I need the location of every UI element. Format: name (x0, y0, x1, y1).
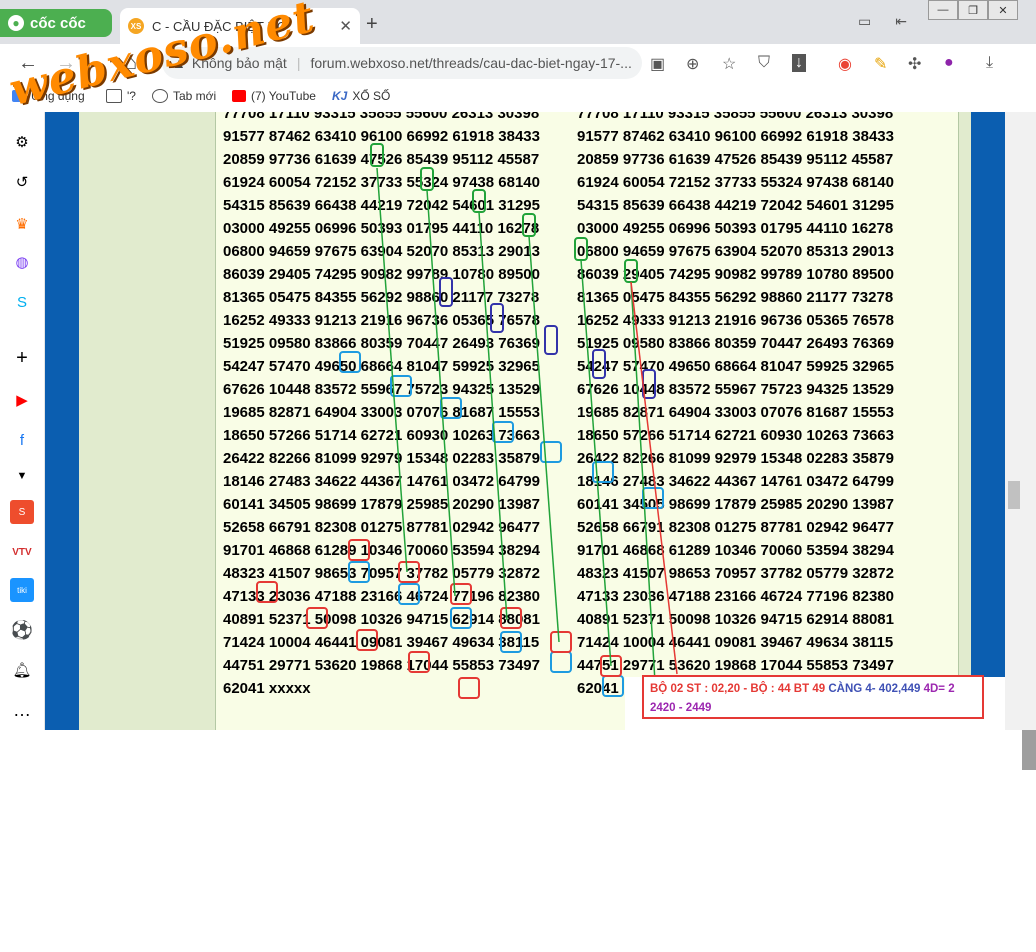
red-mark-box (306, 607, 328, 629)
browser-sidebar: ⚙ ↺ ♛ ◍ S + ▶ f ▼ S VTV tiki ⚽ 🔔︎ … (0, 112, 45, 730)
cyan-mark-box (492, 421, 514, 443)
history-icon[interactable]: ↺ (10, 170, 34, 194)
brand-label: cốc cốc (30, 14, 86, 32)
green-mark-box (370, 143, 384, 167)
download-video-icon[interactable]: ↓ (792, 54, 806, 72)
cyan-mark-box (550, 651, 572, 673)
blue-mark-box (544, 325, 558, 355)
prediction-info-box: BỘ 02 ST : 02,20 - BỘ : 44 BT 49 CÀNG 4-… (642, 675, 984, 719)
cyan-mark-box (440, 397, 462, 419)
bookmark-new-tab[interactable]: Tab mới (152, 89, 216, 103)
info-cang: CÀNG 4- 402,449 (828, 683, 921, 695)
bookmarks-bar: Ứng dụng '? Tab mới (7) YouTube KJ XỔ SỐ (0, 82, 1036, 113)
youtube-icon[interactable]: ▶ (10, 388, 34, 412)
cyan-mark-box (500, 631, 522, 653)
youtube-icon (232, 90, 246, 102)
block-popup-icon[interactable]: ▣ (650, 54, 665, 74)
cyan-mark-box (602, 675, 624, 697)
red-mark-box (356, 629, 378, 651)
blue-mark-box (439, 277, 453, 307)
red-mark-box (550, 631, 572, 653)
forum-post: 77708 17110 93315 35855 55600 26313 3039… (45, 112, 1005, 730)
vtv-icon[interactable]: VTV (10, 540, 34, 564)
green-trend-line (426, 189, 456, 597)
vertical-scrollbar[interactable] (1005, 112, 1036, 730)
minimize-button[interactable]: — (928, 0, 958, 20)
green-mark-box (574, 237, 588, 261)
bookmark-youtube[interactable]: (7) YouTube (232, 89, 316, 103)
kj-icon: KJ (332, 89, 348, 103)
new-tab-button[interactable]: + (366, 13, 378, 36)
more-icon[interactable]: … (10, 698, 34, 722)
shield-icon[interactable]: ⛉ (758, 54, 770, 72)
tiki-icon[interactable]: tiki (10, 578, 34, 602)
green-mark-box (472, 189, 486, 213)
screen-capture-icon[interactable]: ▭ (858, 13, 871, 30)
green-trend-line (528, 235, 560, 643)
green-trend-line (478, 211, 508, 621)
green-trend-line (630, 281, 656, 683)
red-mark-box (398, 561, 420, 583)
cyan-mark-box (348, 561, 370, 583)
url-text[interactable]: forum.webxoso.net/threads/cau-dac-biet-n… (310, 55, 631, 71)
coccoc-logo-icon: ● (8, 15, 24, 31)
puzzle-icon[interactable]: ✣ (908, 54, 921, 74)
close-window-button[interactable]: ✕ (988, 0, 1018, 20)
green-trend-line (376, 167, 408, 573)
chrome-extension-icon[interactable]: ◉ (838, 54, 852, 74)
red-mark-box (348, 539, 370, 561)
facebook-icon[interactable]: f (10, 428, 34, 452)
football-icon[interactable]: ⚽ (10, 618, 34, 642)
green-mark-box (522, 213, 536, 237)
skype-icon[interactable]: S (10, 290, 34, 314)
cyan-mark-box (339, 351, 361, 373)
pencil-icon[interactable]: ✎ (874, 54, 887, 74)
bell-icon[interactable]: 🔔︎ (10, 658, 34, 682)
bookmark-xoso[interactable]: KJ XỔ SỐ (332, 89, 390, 103)
red-mark-box (500, 607, 522, 629)
info-set: BỘ 02 ST : 02,20 - BỘ : 44 BT 49 (650, 683, 826, 695)
cyan-mark-box (642, 487, 664, 509)
green-mark-box (624, 259, 638, 283)
profile-avatar[interactable]: ● (944, 54, 954, 72)
star-icon[interactable]: ☆ (722, 54, 736, 74)
blue-mark-box (490, 303, 504, 333)
blue-mark-box (592, 349, 606, 379)
restore-button[interactable]: ❐ (958, 0, 988, 20)
gear-icon[interactable]: ⚙ (10, 130, 34, 154)
annotation-overlay (256, 143, 678, 699)
zoom-icon[interactable]: ⊕ (686, 54, 699, 74)
info-range: 2420 - 2449 (650, 702, 712, 714)
red-mark-box (458, 677, 480, 699)
chevron-down-icon[interactable]: ▼ (10, 464, 34, 488)
scrollbar-thumb[interactable] (1008, 481, 1020, 509)
crown-icon[interactable]: ♛ (10, 212, 34, 236)
coccoc-brand[interactable]: ● cốc cốc (0, 9, 112, 37)
green-mark-box (420, 167, 434, 191)
red-mark-box (408, 651, 430, 673)
plus-icon[interactable]: + (10, 346, 34, 370)
cyan-mark-box (450, 607, 472, 629)
red-mark-box (256, 581, 278, 603)
messenger-icon[interactable]: ◍ (10, 250, 34, 274)
collapse-icon[interactable]: ⇤ (895, 13, 907, 30)
outer-scrollbar-thumb[interactable] (1022, 730, 1036, 770)
downloads-icon[interactable]: ⤓ (986, 54, 993, 72)
info-4d: 4D= 2 (923, 683, 955, 695)
red-trend-line (630, 281, 678, 675)
close-tab-icon[interactable]: ✕ (339, 17, 352, 35)
shopee-icon[interactable]: S (10, 500, 34, 524)
globe-icon (152, 89, 168, 103)
cyan-mark-box (398, 583, 420, 605)
